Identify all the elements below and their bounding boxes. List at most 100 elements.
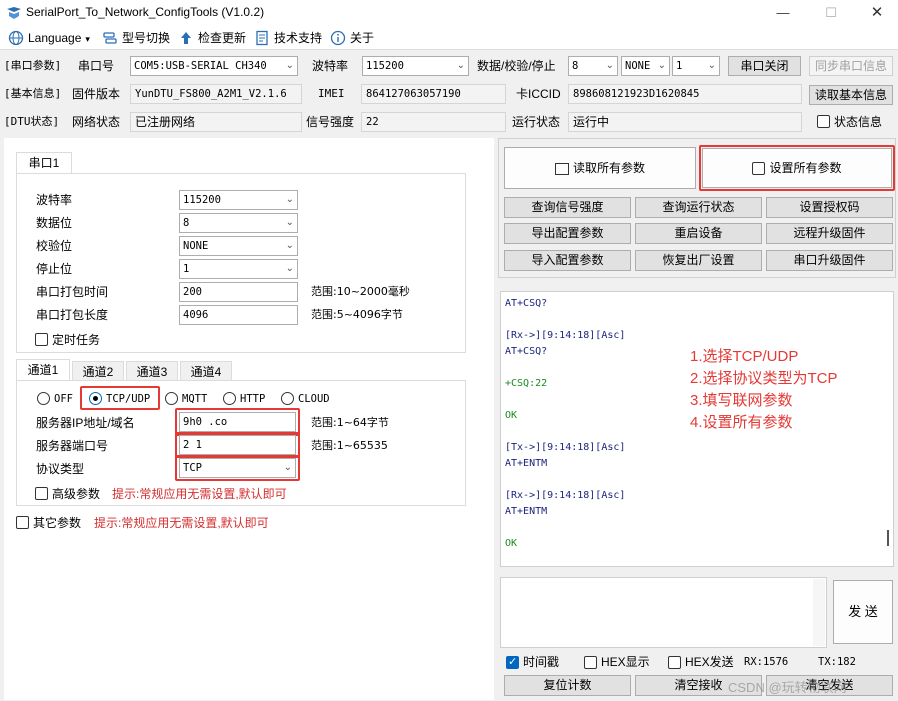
info-icon xyxy=(330,30,346,46)
databits-select-value: 8 xyxy=(572,60,579,72)
serial-baud-select[interactable]: 115200 ⌄ xyxy=(179,190,298,210)
pack-len-input[interactable]: 4096 xyxy=(179,305,298,325)
stopbits-select[interactable]: 1 ⌄ xyxy=(672,56,720,76)
menu-model-switch[interactable]: 型号切换 xyxy=(102,29,170,47)
serial-parity-select[interactable]: NONE ⌄ xyxy=(179,236,298,256)
hex-display-checkbox[interactable] xyxy=(584,656,597,669)
query-signal-button[interactable]: 查询信号强度 xyxy=(504,197,631,218)
run-status-label: 运行状态 xyxy=(512,115,561,129)
serial-databits-label: 数据位 xyxy=(36,216,73,230)
reset-count-button[interactable]: 复位计数 xyxy=(504,675,631,696)
serial-close-button[interactable]: 串口关闭 xyxy=(728,56,801,76)
imei-field: 864127063057190 xyxy=(361,84,506,104)
chevron-down-icon: ⌄ xyxy=(285,263,294,274)
menu-model-switch-label: 型号切换 xyxy=(122,31,171,45)
menu-language[interactable]: Language ▾ xyxy=(8,29,90,47)
tab-channel-4[interactable]: 通道4 xyxy=(180,361,232,381)
read-all-params-label: 读取所有参数 xyxy=(572,161,645,175)
other-params-label: 其它参数 xyxy=(33,516,82,530)
serial-databits-select[interactable]: 8 ⌄ xyxy=(179,213,298,233)
pack-time-input[interactable]: 200 xyxy=(179,282,298,302)
rx-count: RX:1576 xyxy=(744,656,789,668)
serial-parity-label: 校验位 xyxy=(36,239,73,253)
import-config-button[interactable]: 导入配置参数 xyxy=(504,250,631,271)
serial-params-section-label: [串口参数] xyxy=(4,59,62,72)
firmware-field: YunDTU_FS800_A2M1_V2.1.6 xyxy=(130,84,302,104)
firmware-label: 固件版本 xyxy=(72,87,121,101)
hex-display-label: HEX显示 xyxy=(601,655,650,669)
send-input[interactable] xyxy=(500,577,827,648)
title-bar: SerialPort_To_Network_ConfigTools (V1.0.… xyxy=(0,0,898,26)
restart-device-button[interactable]: 重启设备 xyxy=(635,223,762,244)
advanced-params-checkbox[interactable] xyxy=(35,487,48,500)
mode-mqtt-radio[interactable] xyxy=(165,392,178,405)
run-status-field: 运行中 xyxy=(568,112,802,132)
baud-select[interactable]: 115200 ⌄ xyxy=(362,56,469,76)
log-line: AT+ENTM xyxy=(505,506,548,517)
log-line: +CSQ:22 xyxy=(505,378,548,389)
databits-select[interactable]: 8 ⌄ xyxy=(568,56,618,76)
tab-channel-2[interactable]: 通道2 xyxy=(72,361,124,381)
chevron-down-icon: ⌄ xyxy=(657,60,666,71)
send-button[interactable]: 发 送 xyxy=(833,580,893,644)
chevron-down-icon: ⌄ xyxy=(285,240,294,251)
timer-task-checkbox[interactable] xyxy=(35,333,48,346)
maximize-icon[interactable]: ☐ xyxy=(808,0,854,26)
tab-channel-1[interactable]: 通道1 xyxy=(16,359,70,381)
menu-tech-support[interactable]: 技术支持 xyxy=(254,29,322,47)
minimize-icon[interactable]: — xyxy=(760,0,806,26)
timestamp-checkbox[interactable] xyxy=(506,655,519,669)
server-port-range: 范围:1~65535 xyxy=(311,439,388,452)
iccid-field: 898608121923D1620845 xyxy=(568,84,802,104)
hex-send-checkbox[interactable] xyxy=(668,656,681,669)
export-config-button[interactable]: 导出配置参数 xyxy=(504,223,631,244)
close-icon[interactable]: ✕ xyxy=(854,0,898,26)
read-params-icon xyxy=(554,162,569,175)
port-select[interactable]: COM5:USB-SERIAL CH340 ⌄ xyxy=(130,56,298,76)
mode-cloud-label: CLOUD xyxy=(298,393,330,405)
log-line: OK xyxy=(505,410,518,421)
hex-send-label: HEX发送 xyxy=(685,655,734,669)
parity-select[interactable]: NONE ⌄ xyxy=(621,56,670,76)
set-all-params-button[interactable]: 设置所有参数 xyxy=(702,148,892,188)
set-auth-code-button[interactable]: 设置授权码 xyxy=(766,197,893,218)
protocol-select-value: TCP xyxy=(183,462,202,474)
other-params-checkbox[interactable] xyxy=(16,516,29,529)
server-port-input[interactable]: 2 1 xyxy=(179,435,296,455)
server-address-input[interactable]: 9h0 .co xyxy=(179,412,296,432)
sync-serial-info-button[interactable]: 同步串口信息 xyxy=(809,56,893,76)
status-info-checkbox[interactable] xyxy=(817,115,830,128)
watermark: CSDN @玩转物联网 xyxy=(728,680,847,695)
tab-serial-1[interactable]: 串口1 xyxy=(16,152,72,174)
server-address-label: 服务器IP地址/域名 xyxy=(36,416,135,430)
port-label: 串口号 xyxy=(78,59,115,73)
server-address-range: 范围:1~64字节 xyxy=(311,416,389,429)
send-input-scrollbar[interactable] xyxy=(813,579,825,646)
mode-off-radio[interactable] xyxy=(37,392,50,405)
serial-upgrade-button[interactable]: 串口升级固件 xyxy=(766,250,893,271)
remote-upgrade-button[interactable]: 远程升级固件 xyxy=(766,223,893,244)
read-basic-info-button[interactable]: 读取基本信息 xyxy=(809,85,893,105)
serial-stopbits-select[interactable]: 1 ⌄ xyxy=(179,259,298,279)
log-scrollbar-thumb[interactable] xyxy=(887,530,889,546)
read-all-params-button[interactable]: 读取所有参数 xyxy=(504,147,696,189)
mode-tcp-udp-label: TCP/UDP xyxy=(106,393,151,405)
chevron-down-icon: ⌄ xyxy=(707,60,716,71)
menu-about[interactable]: 关于 xyxy=(330,29,374,47)
mode-cloud-radio[interactable] xyxy=(281,392,294,405)
format-label: 数据/校验/停止 xyxy=(477,59,556,73)
menu-check-update[interactable]: 检查更新 xyxy=(178,29,246,47)
tab-channel-3[interactable]: 通道3 xyxy=(126,361,178,381)
chevron-down-icon: ⌄ xyxy=(285,194,294,205)
factory-reset-button[interactable]: 恢复出厂设置 xyxy=(635,250,762,271)
mode-tcp-udp-radio[interactable] xyxy=(89,392,102,405)
menu-check-update-label: 检查更新 xyxy=(198,31,247,45)
log-line: [Rx->][9:14:18][Asc] xyxy=(505,490,626,501)
query-run-status-button[interactable]: 查询运行状态 xyxy=(635,197,762,218)
mode-http-radio[interactable] xyxy=(223,392,236,405)
mode-off-label: OFF xyxy=(54,393,73,405)
protocol-select[interactable]: TCP ⌄ xyxy=(179,458,296,478)
log-line: AT+CSQ? xyxy=(505,298,548,309)
